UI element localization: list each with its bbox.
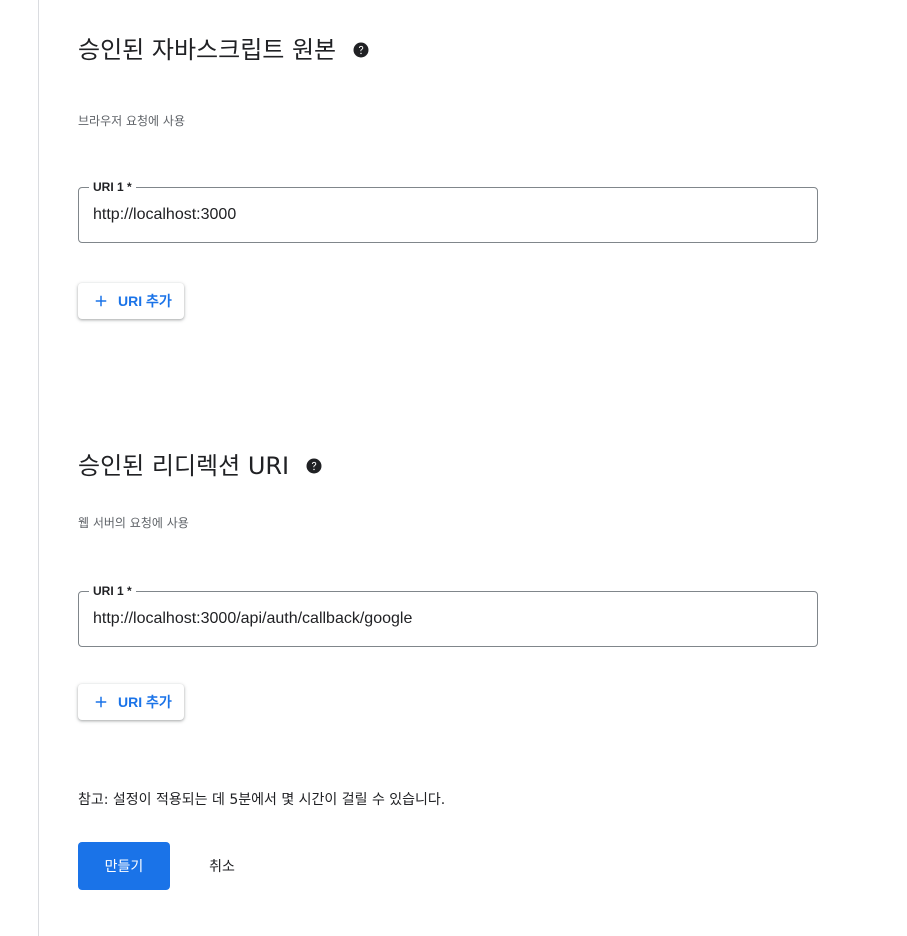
- redirects-uri-1-field[interactable]: URI 1 * http://localhost:3000/api/auth/c…: [78, 583, 818, 647]
- origins-title-text: 승인된 자바스크립트 원본: [78, 36, 337, 64]
- redirects-subtitle: 웹 서버의 요청에 사용: [78, 516, 189, 530]
- redirects-uri-1-label: URI 1 *: [89, 583, 136, 599]
- create-button[interactable]: 만들기: [78, 842, 170, 890]
- help-icon[interactable]: [305, 457, 323, 475]
- propagation-note: 참고: 설정이 적용되는 데 5분에서 몇 시간이 걸릴 수 있습니다.: [78, 792, 446, 808]
- left-divider: [38, 0, 39, 936]
- redirects-section-title: 승인된 리디렉션 URI: [78, 450, 323, 482]
- origins-subtitle: 브라우저 요청에 사용: [78, 114, 185, 128]
- origins-add-uri-button[interactable]: URI 추가: [78, 283, 184, 319]
- redirects-uri-1-value[interactable]: http://localhost:3000/api/auth/callback/…: [93, 608, 412, 630]
- plus-icon: [95, 696, 107, 708]
- origins-add-uri-label: URI 추가: [118, 293, 172, 309]
- origins-uri-1-field[interactable]: URI 1 * http://localhost:3000: [78, 179, 818, 243]
- cancel-button[interactable]: 취소: [190, 842, 254, 890]
- help-icon[interactable]: [352, 41, 370, 59]
- origins-uri-1-value[interactable]: http://localhost:3000: [93, 204, 236, 226]
- origins-section-title: 승인된 자바스크립트 원본: [78, 34, 370, 66]
- redirects-add-uri-button[interactable]: URI 추가: [78, 684, 184, 720]
- redirects-add-uri-label: URI 추가: [118, 694, 172, 710]
- plus-icon: [95, 295, 107, 307]
- redirects-title-text: 승인된 리디렉션 URI: [78, 452, 290, 480]
- origins-uri-1-label: URI 1 *: [89, 179, 136, 195]
